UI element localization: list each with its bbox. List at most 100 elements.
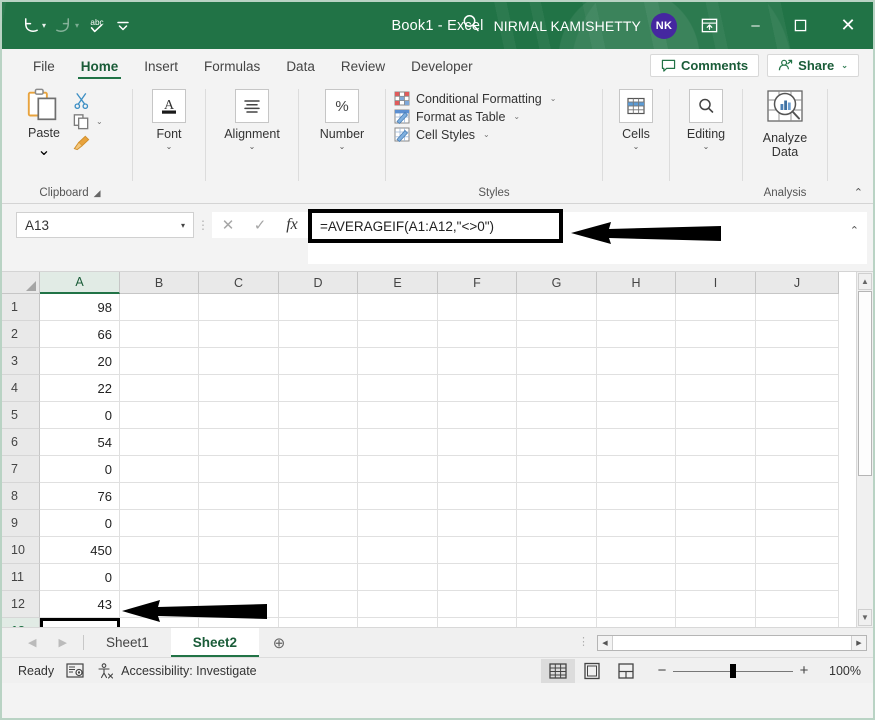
cell-D10[interactable]	[279, 537, 358, 564]
row-header-10[interactable]: 10	[2, 537, 40, 564]
cell-B4[interactable]	[120, 375, 199, 402]
cell-E7[interactable]	[358, 456, 438, 483]
cell-A6[interactable]: 54	[40, 429, 120, 456]
cell-E3[interactable]	[358, 348, 438, 375]
scroll-down-button[interactable]: ▼	[858, 609, 872, 626]
editing-button[interactable]: Editing ⌄	[678, 87, 734, 151]
row-header-4[interactable]: 4	[2, 375, 40, 402]
sheet-tab-sheet2[interactable]: Sheet2	[170, 628, 260, 657]
cell-E6[interactable]	[358, 429, 438, 456]
cell-G1[interactable]	[517, 294, 597, 321]
formula-input[interactable]: =AVERAGEIF(A1:A12,"<>0")	[308, 209, 563, 243]
formula-input-area[interactable]: =AVERAGEIF(A1:A12,"<>0") ⌃	[308, 209, 867, 264]
cell-I2[interactable]	[676, 321, 756, 348]
cell-H12[interactable]	[597, 591, 676, 618]
cell-C5[interactable]	[199, 402, 279, 429]
cell-G3[interactable]	[517, 348, 597, 375]
cell-D8[interactable]	[279, 483, 358, 510]
cell-B3[interactable]	[120, 348, 199, 375]
cell-E9[interactable]	[358, 510, 438, 537]
row-header-8[interactable]: 8	[2, 483, 40, 510]
row-header-6[interactable]: 6	[2, 429, 40, 456]
number-caret-icon[interactable]: ⌄	[339, 142, 346, 151]
name-box-dropdown-icon[interactable]: ▾	[181, 221, 185, 230]
column-header-B[interactable]: B	[120, 272, 199, 294]
search-button[interactable]	[460, 12, 492, 39]
normal-view-button[interactable]	[541, 658, 575, 683]
cell-H11[interactable]	[597, 564, 676, 591]
cell-J5[interactable]	[756, 402, 839, 429]
cell-I7[interactable]	[676, 456, 756, 483]
cell-J10[interactable]	[756, 537, 839, 564]
row-header-12[interactable]: 12	[2, 591, 40, 618]
cell-E10[interactable]	[358, 537, 438, 564]
row-header-3[interactable]: 3	[2, 348, 40, 375]
add-sheet-button[interactable]: ⊕	[259, 628, 299, 657]
editing-caret-icon[interactable]: ⌄	[703, 142, 710, 151]
next-sheet-button[interactable]: ▶	[58, 636, 66, 649]
cell-I8[interactable]	[676, 483, 756, 510]
cell-F8[interactable]	[438, 483, 517, 510]
column-header-C[interactable]: C	[199, 272, 279, 294]
cell-G5[interactable]	[517, 402, 597, 429]
cell-I12[interactable]	[676, 591, 756, 618]
zoom-slider[interactable]	[673, 663, 793, 678]
cell-G10[interactable]	[517, 537, 597, 564]
cell-F12[interactable]	[438, 591, 517, 618]
page-layout-view-button[interactable]	[575, 659, 609, 683]
cell-E13[interactable]	[358, 618, 438, 627]
cell-H5[interactable]	[597, 402, 676, 429]
cell-D9[interactable]	[279, 510, 358, 537]
spelling-button[interactable]: abc	[84, 12, 110, 40]
cell-A1[interactable]: 98	[40, 294, 120, 321]
cell-J2[interactable]	[756, 321, 839, 348]
clipboard-dialog-launcher-icon[interactable]: ◢	[94, 188, 101, 199]
cell-A7[interactable]: 0	[40, 456, 120, 483]
scroll-split-grip[interactable]: ⋮	[578, 637, 589, 648]
conditional-formatting-caret-icon[interactable]: ⌄	[550, 94, 557, 103]
cell-G11[interactable]	[517, 564, 597, 591]
horizontal-scroll-thumb[interactable]	[613, 635, 851, 650]
tab-review[interactable]: Review	[328, 56, 398, 79]
paste-caret-icon[interactable]: ⌄	[37, 140, 50, 160]
cell-I4[interactable]	[676, 375, 756, 402]
cell-F6[interactable]	[438, 429, 517, 456]
grid-cells-area[interactable]: A B C D E F G H I J 98 66 20 22 0 54 0 7…	[40, 272, 856, 627]
column-header-D[interactable]: D	[279, 272, 358, 294]
cell-G13[interactable]	[517, 618, 597, 627]
cell-C11[interactable]	[199, 564, 279, 591]
font-caret-icon[interactable]: ⌄	[166, 142, 173, 151]
column-header-A[interactable]: A	[40, 272, 120, 294]
cell-C10[interactable]	[199, 537, 279, 564]
cells-caret-icon[interactable]: ⌄	[633, 142, 640, 151]
column-header-E[interactable]: E	[358, 272, 438, 294]
horizontal-scrollbar[interactable]: ◀ ▶	[597, 634, 867, 651]
cell-I10[interactable]	[676, 537, 756, 564]
column-header-F[interactable]: F	[438, 272, 517, 294]
cell-D3[interactable]	[279, 348, 358, 375]
conditional-formatting-button[interactable]: Conditional Formatting ⌄	[394, 91, 556, 106]
cell-H13[interactable]	[597, 618, 676, 627]
tab-developer[interactable]: Developer	[398, 56, 486, 79]
cell-D7[interactable]	[279, 456, 358, 483]
cell-H6[interactable]	[597, 429, 676, 456]
spreadsheet-grid[interactable]: 1 2 3 4 5 6 7 8 9 10 11 12 13 14 A B C D…	[2, 272, 873, 627]
row-header-9[interactable]: 9	[2, 510, 40, 537]
share-caret-icon[interactable]: ⌄	[841, 61, 848, 70]
cell-J1[interactable]	[756, 294, 839, 321]
cell-E4[interactable]	[358, 375, 438, 402]
cancel-formula-button[interactable]: ✕	[212, 212, 244, 238]
cell-C9[interactable]	[199, 510, 279, 537]
account-name[interactable]: NIRMAL KAMISHETTY	[494, 18, 641, 34]
cell-F10[interactable]	[438, 537, 517, 564]
cell-C1[interactable]	[199, 294, 279, 321]
zoom-slider-thumb[interactable]	[730, 663, 736, 678]
cell-A8[interactable]: 76	[40, 483, 120, 510]
row-header-7[interactable]: 7	[2, 456, 40, 483]
cell-G8[interactable]	[517, 483, 597, 510]
cell-B10[interactable]	[120, 537, 199, 564]
cell-H7[interactable]	[597, 456, 676, 483]
cell-A10[interactable]: 450	[40, 537, 120, 564]
ribbon-display-options-button[interactable]	[686, 16, 733, 35]
cell-A12[interactable]: 43	[40, 591, 120, 618]
